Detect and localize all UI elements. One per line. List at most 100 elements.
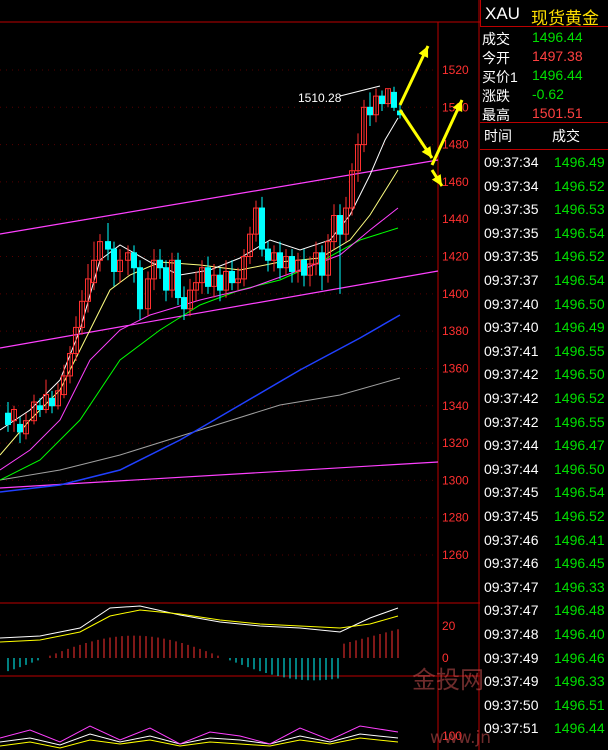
tick-row[interactable]: 09:37:34 1496.49 — [480, 150, 608, 174]
price-tick-label: 1280 — [442, 511, 469, 525]
tick-row[interactable]: 09:37:45 1496.52 — [480, 504, 608, 528]
tick-time: 09:37:40 — [484, 295, 539, 312]
quote-value: -0.62 — [532, 86, 564, 102]
quote-label: 今开 — [482, 50, 510, 66]
price-tick-label: 1300 — [442, 473, 469, 487]
tick-row[interactable]: 09:37:44 1496.47 — [480, 433, 608, 457]
tick-time: 09:37:48 — [484, 626, 539, 642]
tick-time: 09:37:50 — [484, 696, 539, 713]
high-annotation-line — [339, 85, 381, 97]
candle-body — [277, 252, 283, 269]
tick-row[interactable]: 09:37:42 1496.52 — [480, 386, 608, 410]
tick-row[interactable]: 09:37:45 1496.54 — [480, 480, 608, 504]
quote-value: 1496.44 — [532, 29, 583, 45]
tick-row[interactable]: 09:37:47 1496.48 — [480, 598, 608, 622]
price-tick-label: 1440 — [442, 212, 469, 226]
tick-price: 1496.49 — [554, 154, 605, 170]
tick-row[interactable]: 09:37:41 1496.55 — [480, 339, 608, 363]
tick-row[interactable]: 09:37:49 1496.46 — [480, 646, 608, 670]
tick-price: 1496.50 — [554, 460, 605, 477]
price-tick-label: 1420 — [442, 250, 469, 264]
price-tick-label: 1460 — [442, 175, 469, 189]
tick-header-price: 成交 — [552, 128, 580, 144]
price-tick-label: 1400 — [442, 287, 469, 301]
tick-price: 1496.52 — [554, 508, 605, 524]
tick-row[interactable]: 09:37:47 1496.33 — [480, 575, 608, 599]
candle-body — [49, 397, 55, 407]
tick-time: 09:37:37 — [484, 272, 539, 288]
price-tick-label: 1260 — [442, 548, 469, 562]
tick-row[interactable]: 09:37:35 1496.54 — [480, 221, 608, 245]
tick-row[interactable]: 09:37:46 1496.45 — [480, 551, 608, 575]
candle-body — [367, 106, 373, 116]
kline-chart[interactable]: 1520150014801460144014201400138013601340… — [0, 0, 480, 750]
candle-body — [175, 259, 181, 299]
kdj-j-line — [0, 725, 399, 745]
candle-body — [131, 252, 137, 269]
tick-row[interactable]: 09:37:35 1496.52 — [480, 244, 608, 268]
watermark-url: www.jn — [430, 728, 492, 748]
tick-price: 1496.45 — [554, 555, 605, 572]
tick-row[interactable]: 09:37:40 1496.50 — [480, 292, 608, 316]
tick-time: 09:37:34 — [484, 154, 539, 170]
tick-price: 1496.52 — [554, 177, 605, 194]
candle-body — [37, 405, 43, 410]
tick-time: 09:37:42 — [484, 390, 539, 406]
instrument-name: 现货黄金 — [531, 9, 599, 28]
quote-row: 最高 1501.51 — [480, 104, 608, 123]
quote-label: 涨跌 — [482, 88, 510, 104]
price-tick-label: 1480 — [442, 138, 469, 152]
tick-price: 1496.49 — [554, 319, 605, 336]
tick-time: 09:37:51 — [484, 720, 539, 737]
price-tick-label: 1380 — [442, 324, 469, 338]
tick-time: 09:37:40 — [484, 319, 539, 336]
tick-time: 09:37:45 — [484, 484, 539, 501]
tick-row[interactable]: 09:37:48 1496.40 — [480, 622, 608, 646]
quote-label: 成交 — [482, 31, 510, 47]
kline-chart-svg: 1520150014801460144014201400138013601340… — [0, 0, 480, 750]
tick-row[interactable]: 09:37:40 1496.49 — [480, 315, 608, 339]
tick-row[interactable]: 09:37:35 1496.53 — [480, 197, 608, 221]
tick-price: 1496.40 — [554, 626, 605, 642]
tick-row[interactable]: 09:37:34 1496.52 — [480, 174, 608, 198]
candle-body — [5, 412, 11, 425]
tick-row[interactable]: 09:37:42 1496.50 — [480, 362, 608, 386]
candle-body — [105, 241, 111, 250]
tick-time: 09:37:44 — [484, 460, 539, 477]
candle-body — [157, 259, 163, 269]
tick-row[interactable]: 09:37:50 1496.51 — [480, 693, 608, 717]
tick-row[interactable]: 09:37:37 1496.54 — [480, 268, 608, 292]
tick-time: 09:37:47 — [484, 578, 539, 595]
tick-time: 09:37:44 — [484, 437, 539, 454]
tick-row[interactable]: 09:37:44 1496.50 — [480, 457, 608, 481]
quote-value: 1497.38 — [532, 48, 583, 64]
candle-body — [111, 248, 117, 272]
candle-body — [301, 259, 307, 276]
price-tick-label: 1360 — [442, 361, 469, 375]
tick-price: 1496.53 — [554, 201, 605, 218]
quote-row: 今开 1497.38 — [480, 47, 608, 66]
tick-time: 09:37:49 — [484, 649, 539, 666]
quote-row: 涨跌 -0.62 — [480, 85, 608, 104]
candle-body — [391, 91, 397, 108]
tick-price: 1496.52 — [554, 248, 605, 265]
tick-row[interactable]: 09:37:42 1496.55 — [480, 410, 608, 434]
tick-time: 09:37:46 — [484, 555, 539, 572]
tick-price: 1496.55 — [554, 342, 605, 359]
tick-time: 09:37:42 — [484, 366, 539, 383]
tick-price: 1496.33 — [554, 673, 605, 690]
candle-body — [289, 256, 295, 272]
candle-body — [217, 274, 223, 291]
tick-row[interactable]: 09:37:51 1496.44 — [480, 716, 608, 740]
watermark: 金投网 — [412, 666, 484, 694]
tick-price: 1496.44 — [554, 720, 605, 737]
tick-time: 09:37:49 — [484, 673, 539, 690]
tick-price: 1496.48 — [554, 602, 605, 619]
tick-row[interactable]: 09:37:49 1496.33 — [480, 669, 608, 693]
tick-time: 09:37:35 — [484, 248, 539, 265]
tick-price: 1496.41 — [554, 531, 605, 548]
tick-price: 1496.52 — [554, 390, 605, 406]
candle-body — [205, 267, 211, 287]
tick-row[interactable]: 09:37:46 1496.41 — [480, 528, 608, 552]
macd-dif-line — [0, 605, 399, 639]
